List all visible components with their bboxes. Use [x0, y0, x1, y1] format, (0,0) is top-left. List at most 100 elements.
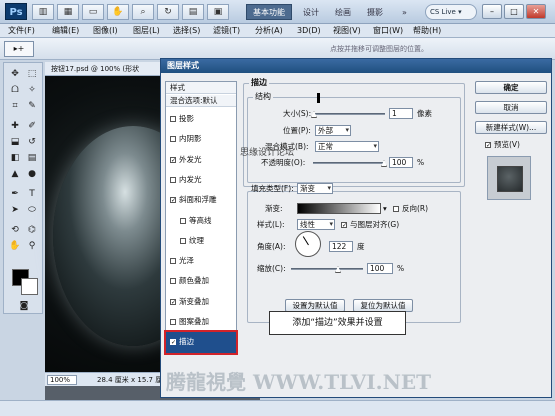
size-slider[interactable] — [313, 113, 385, 115]
checkbox-checked-icon[interactable]: ✓ — [170, 156, 176, 163]
lasso-tool-icon[interactable]: ᗝ — [7, 83, 23, 97]
checkbox-icon[interactable] — [170, 258, 176, 265]
checkbox-icon[interactable] — [170, 176, 176, 183]
workspace-more[interactable]: » — [395, 4, 414, 20]
effect-item[interactable]: 内发光 — [166, 170, 236, 190]
effect-item[interactable]: 图案叠加 — [166, 312, 236, 332]
rotate-view-icon[interactable]: ↻ — [157, 4, 179, 20]
effect-item[interactable]: 内阴影 — [166, 129, 236, 149]
history-brush-icon[interactable]: ↺ — [24, 135, 40, 149]
3d-rotate-icon[interactable]: ⟲ — [7, 223, 23, 237]
gradient-dropdown-arrow[interactable]: ▾ — [383, 203, 387, 214]
selection-tool-icon[interactable]: ⬚ — [24, 67, 40, 81]
angle-input[interactable]: 122 — [329, 241, 353, 252]
pen-tool-icon[interactable]: ✒ — [7, 187, 23, 201]
blend-mode-dropdown[interactable]: 正常 — [315, 141, 379, 152]
brush-tool-icon[interactable]: ✐ — [24, 119, 40, 133]
checkbox-checked-icon[interactable]: ✓ — [170, 298, 176, 305]
checkbox-icon[interactable] — [170, 116, 176, 122]
quick-mask-icon[interactable]: ◙ — [16, 299, 32, 313]
zoom-tool-icon[interactable]: ⌕ — [132, 4, 154, 20]
eraser-tool-icon[interactable]: ◧ — [7, 151, 23, 165]
checkbox-icon[interactable] — [180, 237, 186, 244]
checkbox-checked-icon[interactable]: ✓ — [170, 339, 176, 346]
checkbox-icon[interactable] — [170, 278, 176, 285]
gradient-style-dropdown[interactable]: 线性 — [297, 219, 335, 230]
styles-header[interactable]: 样式 — [166, 82, 236, 94]
3d-camera-icon[interactable]: ⌬ — [24, 223, 40, 237]
menu-select[interactable]: 选择(S) — [173, 25, 200, 37]
zoom-level-icon[interactable]: ▭ — [82, 4, 104, 20]
arrange-documents-icon[interactable]: ▤ — [182, 4, 204, 20]
workspace-design[interactable]: 设计 — [296, 4, 326, 20]
blend-options-item[interactable]: 混合选项:默认 — [166, 95, 236, 107]
scale-slider[interactable] — [291, 268, 363, 270]
preview-checkbox[interactable]: ✓ 预览(V) — [485, 139, 520, 150]
move-tool-icon[interactable]: ✥ — [7, 67, 23, 81]
preview-check-icon[interactable]: ✓ — [485, 142, 491, 149]
effect-item[interactable]: 投影 — [166, 109, 236, 129]
dodge-tool-icon[interactable]: ● — [24, 167, 40, 181]
angle-dial[interactable] — [295, 231, 321, 257]
effect-item[interactable]: 等高线 — [166, 211, 236, 231]
new-style-button[interactable]: 新建样式(W)... — [475, 121, 547, 134]
blur-tool-icon[interactable]: ▲ — [7, 167, 23, 181]
reverse-checkbox[interactable]: 反向(R) — [393, 203, 428, 214]
effect-item[interactable]: 纹理 — [166, 231, 236, 251]
scale-input[interactable]: 100 — [367, 263, 393, 274]
healing-brush-icon[interactable]: ✚ — [7, 119, 23, 133]
effect-item[interactable]: ✓ 描边 — [164, 330, 238, 355]
menu-3d[interactable]: 3D(D) — [297, 25, 321, 37]
menu-view[interactable]: 视图(V) — [333, 25, 361, 37]
opacity-slider[interactable] — [313, 162, 385, 164]
path-selection-icon[interactable]: ➤ — [7, 203, 23, 217]
minimize-button[interactable]: – — [482, 4, 502, 19]
bridge-icon[interactable]: ▥ — [32, 4, 54, 20]
align-check-icon[interactable]: ✓ — [341, 222, 347, 229]
size-input[interactable]: 1 — [389, 108, 413, 119]
opacity-input[interactable]: 100 — [389, 157, 413, 168]
shape-tool-icon[interactable]: ⬭ — [24, 203, 40, 217]
menu-file[interactable]: 文件(F) — [8, 25, 35, 37]
effect-item[interactable]: 光泽 — [166, 251, 236, 271]
effect-item[interactable]: ✓ 外发光 — [166, 150, 236, 170]
effect-item[interactable]: 颜色叠加 — [166, 271, 236, 291]
cancel-button[interactable]: 取消 — [475, 101, 547, 114]
screen-mode-icon[interactable]: ▣ — [207, 4, 229, 20]
position-dropdown[interactable]: 外部 — [315, 125, 351, 136]
menu-filter[interactable]: 滤镜(T) — [213, 25, 240, 37]
crop-tool-icon[interactable]: ⌗ — [7, 99, 23, 113]
workspace-photography[interactable]: 摄影 — [360, 4, 390, 20]
menu-edit[interactable]: 编辑(E) — [52, 25, 79, 37]
checkbox-icon[interactable] — [180, 217, 186, 224]
workspace-essentials[interactable]: 基本功能 — [246, 4, 292, 20]
reverse-check-icon[interactable] — [393, 206, 399, 212]
workspace-painting[interactable]: 绘画 — [328, 4, 358, 20]
hand-tool-icon[interactable]: ✋ — [107, 4, 129, 20]
close-button[interactable]: ✕ — [526, 4, 546, 19]
ok-button[interactable]: 确定 — [475, 81, 547, 94]
effect-item[interactable]: ✓ 斜面和浮雕 — [166, 190, 236, 210]
magic-wand-icon[interactable]: ✧ — [24, 83, 40, 97]
tool-preset-picker[interactable]: ▸+ — [4, 41, 34, 57]
fill-type-dropdown[interactable]: 渐变 — [297, 183, 333, 194]
effect-item[interactable]: ✓ 渐变叠加 — [166, 292, 236, 312]
checkbox-icon[interactable] — [170, 319, 176, 325]
hand-icon[interactable]: ✋ — [7, 239, 23, 253]
zoom-icon[interactable]: ⚲ — [24, 239, 40, 253]
maximize-button[interactable]: □ — [504, 4, 524, 19]
checkbox-checked-icon[interactable]: ✓ — [170, 197, 176, 204]
stamp-tool-icon[interactable]: ⬓ — [7, 135, 23, 149]
menu-window[interactable]: 窗口(W) — [373, 25, 403, 37]
menu-help[interactable]: 帮助(H) — [413, 25, 441, 37]
gradient-picker[interactable] — [297, 203, 381, 214]
cs-live-button[interactable]: CS Live ▾ — [425, 4, 477, 20]
checkbox-icon[interactable] — [170, 136, 176, 143]
menu-image[interactable]: 图像(I) — [93, 25, 118, 37]
zoom-field[interactable]: 100% — [47, 375, 77, 385]
background-color-swatch[interactable] — [21, 278, 38, 295]
menu-layer[interactable]: 图层(L) — [133, 25, 160, 37]
align-with-layer-checkbox[interactable]: ✓ 与图层对齐(G) — [341, 219, 399, 230]
type-tool-icon[interactable]: T — [24, 187, 40, 201]
guides-icon[interactable]: ▦ — [57, 4, 79, 20]
